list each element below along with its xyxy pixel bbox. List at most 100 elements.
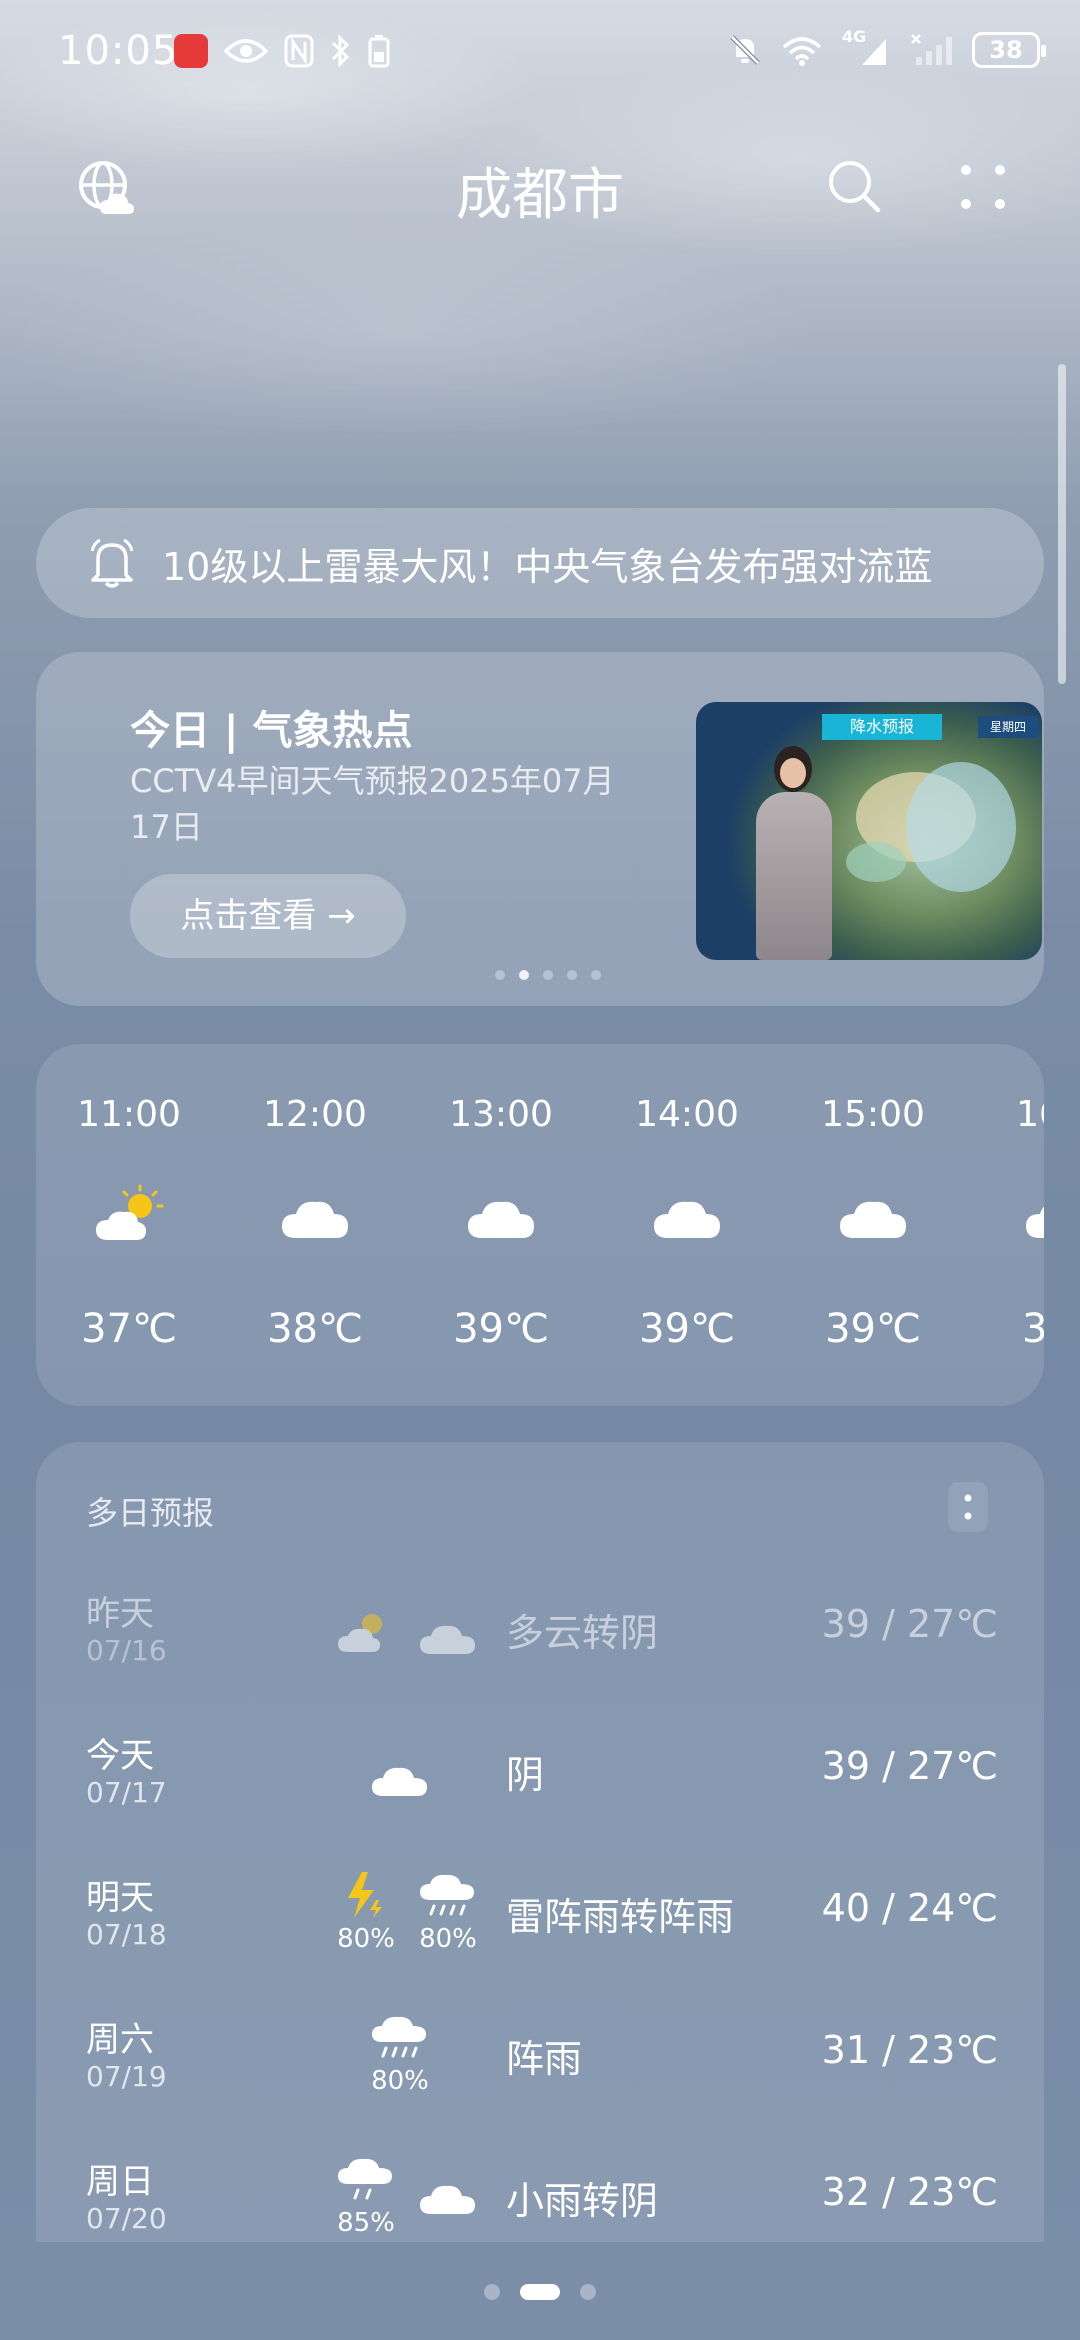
thunder-icon <box>348 1872 382 1918</box>
cloud-icon <box>468 1201 534 1238</box>
city-title[interactable]: 成都市 <box>340 150 740 231</box>
page-dot <box>580 2284 596 2300</box>
day-icons: 80% 80% <box>286 1870 506 1970</box>
scrollbar[interactable] <box>1058 364 1066 684</box>
hotspot-subtitle: CCTV4早间天气预报2025年07月17日 <box>130 762 615 846</box>
day-temp: 39 / 27℃ <box>821 1744 998 1788</box>
status-bar: 10:05 4G 38 <box>0 0 1080 110</box>
day-name: 今天 <box>86 1736 154 1776</box>
day-temp: 32 / 23℃ <box>821 2170 998 2214</box>
rain-cloud-icon <box>420 1874 474 1916</box>
app-badge-icon <box>174 34 208 68</box>
hourly-forecast-card[interactable]: 11:00 37℃ 12:00 38℃ 13:00 39℃ 14:00 39℃ … <box>36 1044 1044 1406</box>
hour-time: 11:00 <box>77 1094 181 1135</box>
day-date: 07/19 <box>86 2060 167 2093</box>
mute-icon <box>730 35 760 65</box>
day-temp: 31 / 23℃ <box>821 2028 998 2072</box>
day-temp: 39 / 27℃ <box>821 1602 998 1646</box>
hour-item: 11:00 37℃ <box>36 1044 222 1406</box>
day-date: 07/16 <box>86 1634 167 1667</box>
day-row[interactable]: 昨天 07/16 多云转阴 39 / 27℃ <box>36 1572 1044 1712</box>
hour-time: 13:00 <box>449 1094 553 1135</box>
day-desc: 阵雨 <box>506 2037 583 2081</box>
day-icons: 80% <box>286 2012 506 2112</box>
bluetooth-icon <box>331 34 350 68</box>
thumbnail-banner: 降水预报 <box>822 714 942 740</box>
video-thumbnail[interactable]: 降水预报 星期四 <box>696 702 1042 960</box>
vertical-dots-icon <box>964 1494 972 1520</box>
day-name: 周六 <box>86 2020 154 2060</box>
day-row[interactable]: 明天 07/18 80% 80% 雷阵雨转阵雨 40 / 24℃ <box>36 1856 1044 1996</box>
cloud-icon <box>840 1201 906 1238</box>
search-icon[interactable] <box>826 158 882 214</box>
cloud-icon <box>420 1625 475 1654</box>
cloud-icon <box>372 1767 427 1796</box>
hour-item: 16 3 <box>966 1044 1044 1406</box>
day-desc: 多云转阴 <box>506 1611 659 1655</box>
view-button[interactable]: 点击查看 → <box>130 874 406 958</box>
weather-hotspot-card[interactable]: 今日 | 气象热点 CCTV4早间天气预报2025年07月17日 点击查看 → … <box>36 652 1044 1006</box>
carousel-dot <box>543 970 553 980</box>
battery-indicator: 38 <box>972 32 1046 68</box>
page-indicator <box>0 2282 1080 2302</box>
carousel-dot-active <box>519 970 529 980</box>
precip-percent: 80% <box>337 1924 395 1954</box>
map-rain-area <box>846 842 906 882</box>
page-dot-active <box>520 2284 560 2300</box>
map-rain-area <box>906 762 1016 892</box>
presenter-body <box>756 792 832 960</box>
hour-time: 15:00 <box>821 1094 925 1135</box>
thumbnail-tag: 星期四 <box>978 716 1038 738</box>
day-name: 明天 <box>86 1878 154 1918</box>
status-time: 10:05 <box>58 28 179 74</box>
globe-weather-icon[interactable] <box>76 158 136 218</box>
hour-temp: 37℃ <box>81 1306 177 1352</box>
hour-item: 13:00 39℃ <box>408 1044 594 1406</box>
precip-percent: 85% <box>337 2208 395 2238</box>
daily-title: 多日预报 <box>86 1494 215 1532</box>
carousel-dot <box>567 970 577 980</box>
hour-temp: 39℃ <box>825 1306 921 1352</box>
daily-forecast-card[interactable]: 多日预报 昨天 07/16 多云转阴 39 / 27℃ 今天 07/17 阴 3… <box>36 1442 1044 2242</box>
day-name: 周日 <box>86 2162 154 2202</box>
page-dot <box>484 2284 500 2300</box>
cloud-icon <box>1026 1206 1044 1238</box>
no-signal-icon <box>911 34 952 65</box>
daily-menu-button[interactable] <box>948 1482 988 1532</box>
hour-time: 14:00 <box>635 1094 739 1135</box>
day-date: 07/17 <box>86 1776 167 1809</box>
cell-signal-icon: 4G <box>842 27 892 67</box>
status-left-icons <box>174 34 390 68</box>
eye-icon <box>224 39 268 63</box>
hour-time: 12:00 <box>263 1094 367 1135</box>
day-desc: 雷阵雨转阵雨 <box>506 1895 735 1939</box>
more-icon[interactable] <box>958 162 1008 212</box>
bell-icon <box>90 538 134 588</box>
day-icons <box>286 1728 506 1828</box>
carousel-dot <box>495 970 505 980</box>
day-row[interactable]: 周六 07/19 80% 阵雨 31 / 23℃ <box>36 1998 1044 2138</box>
hour-temp: 38℃ <box>267 1306 363 1352</box>
precip-percent: 80% <box>419 1924 477 1954</box>
cloud-icon <box>420 2185 475 2214</box>
hotspot-title: 今日 | 气象热点 <box>130 708 413 754</box>
day-row[interactable]: 今天 07/17 阴 39 / 27℃ <box>36 1714 1044 1854</box>
battery-saver-icon <box>368 35 390 68</box>
hour-time: 16 <box>1016 1094 1044 1135</box>
day-icons: 85% <box>286 2154 506 2242</box>
cloud-icon <box>282 1201 348 1238</box>
hour-temp: 39℃ <box>453 1306 549 1352</box>
presenter-face <box>780 758 806 788</box>
hour-item: 12:00 38℃ <box>222 1044 408 1406</box>
carousel-dot <box>591 970 601 980</box>
precip-percent: 80% <box>371 2066 429 2096</box>
hour-item: 14:00 39℃ <box>594 1044 780 1406</box>
day-row[interactable]: 周日 07/20 85% 小雨转阴 32 / 23℃ <box>36 2140 1044 2242</box>
day-icons <box>286 1586 506 1686</box>
light-rain-icon <box>338 2158 392 2200</box>
weather-alert-banner[interactable]: 10级以上雷暴大风！中央气象台发布强对流蓝 <box>36 508 1044 618</box>
day-desc: 阴 <box>506 1753 545 1797</box>
nfc-icon <box>284 34 314 68</box>
wifi-icon <box>782 37 822 66</box>
carousel-dots <box>36 970 1044 984</box>
